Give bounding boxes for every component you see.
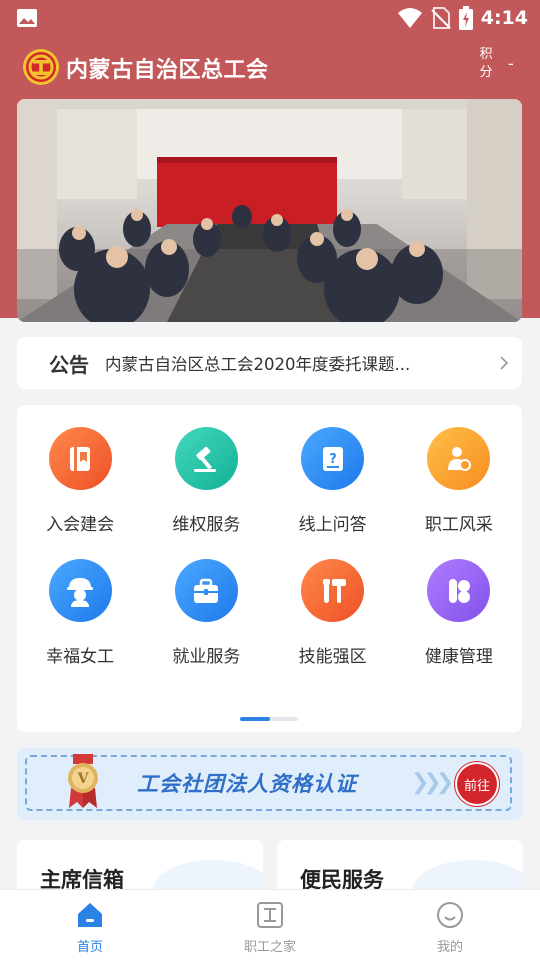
workers-home-icon <box>257 902 283 928</box>
grid-pager <box>240 717 298 721</box>
bookmark-book-icon <box>48 427 112 490</box>
service-item[interactable]: ? 线上问答 <box>270 427 396 535</box>
chevrons-decoration: ❯❯❯ <box>411 770 454 795</box>
certification-text: 工会社团法人资格认证 <box>137 772 357 796</box>
notice-bar[interactable]: 公告 内蒙古自治区总工会2020年度委托课题... <box>17 337 522 389</box>
health-k-icon <box>427 559 491 622</box>
female-worker-icon <box>48 559 112 622</box>
top-bar: 内蒙古自治区总工会 积分 - <box>0 44 540 90</box>
points-value[interactable]: - <box>508 54 514 73</box>
service-item[interactable]: 职工风采 <box>396 427 522 535</box>
tab-workers-home-label: 职工之家 <box>243 940 296 955</box>
notice-tag: 公告 <box>49 352 89 377</box>
app-title: 内蒙古自治区总工会 <box>66 58 269 83</box>
certification-banner[interactable]: V 工会社团法人资格认证 ❯❯❯ 前往 <box>17 748 522 820</box>
tab-home[interactable]: 首页 <box>0 890 180 961</box>
service-label: 健康管理 <box>424 647 493 667</box>
service-item[interactable]: 入会建会 <box>17 427 143 535</box>
chevron-right-icon <box>500 356 509 370</box>
service-label: 幸福女工 <box>46 647 115 667</box>
service-label: 维权服务 <box>172 515 241 535</box>
wifi-icon <box>397 8 422 28</box>
tab-mine-label: 我的 <box>436 940 463 955</box>
svg-text:?: ? <box>329 452 337 467</box>
meeting-photo <box>17 99 522 322</box>
tab-home-label: 首页 <box>76 940 103 955</box>
service-item[interactable]: 技能强区 <box>270 559 396 667</box>
service-item[interactable]: 健康管理 <box>396 559 522 667</box>
service-label: 就业服务 <box>172 647 241 667</box>
medal-icon: V <box>68 754 98 808</box>
medal-letter: V <box>77 771 90 787</box>
question-card-icon: ? <box>301 427 365 490</box>
gavel-icon <box>174 427 238 490</box>
status-bar: 4:14 <box>0 0 540 36</box>
service-item[interactable]: 幸福女工 <box>17 559 143 667</box>
services-card: 入会建会 维权服务 ? 线上问答 职工风采 幸福女工 就业服务 技能强区 健康管… <box>17 405 522 732</box>
home-icon <box>78 903 102 927</box>
services-grid: 入会建会 维权服务 ? 线上问答 职工风采 幸福女工 就业服务 技能强区 健康管… <box>17 427 522 667</box>
no-sim-icon <box>431 7 451 29</box>
image-notification-icon <box>17 9 37 27</box>
grid-pager-active <box>240 717 270 721</box>
tab-mine[interactable]: 我的 <box>360 890 540 961</box>
service-label: 线上问答 <box>298 515 367 535</box>
union-logo-icon <box>23 49 59 85</box>
tab-workers-home[interactable]: 职工之家 <box>180 890 360 961</box>
worker-flower-icon <box>427 427 491 490</box>
service-label: 入会建会 <box>46 515 115 535</box>
status-time: 4:14 <box>480 7 528 29</box>
go-button[interactable]: 前往 <box>457 764 497 804</box>
points-label[interactable]: 积分 <box>476 46 496 82</box>
battery-icon <box>458 6 473 30</box>
service-label: 技能强区 <box>298 647 367 667</box>
service-item[interactable]: 就业服务 <box>143 559 269 667</box>
service-label: 职工风采 <box>424 515 493 535</box>
service-item[interactable]: 维权服务 <box>143 427 269 535</box>
banner-carousel[interactable] <box>17 99 522 322</box>
bottom-tab-bar: 首页 职工之家 我的 <box>0 889 540 961</box>
notice-text[interactable]: 内蒙古自治区总工会2020年度委托课题... <box>105 351 445 375</box>
briefcase-icon <box>174 559 238 622</box>
tools-icon <box>301 559 365 622</box>
smile-icon <box>437 902 463 928</box>
